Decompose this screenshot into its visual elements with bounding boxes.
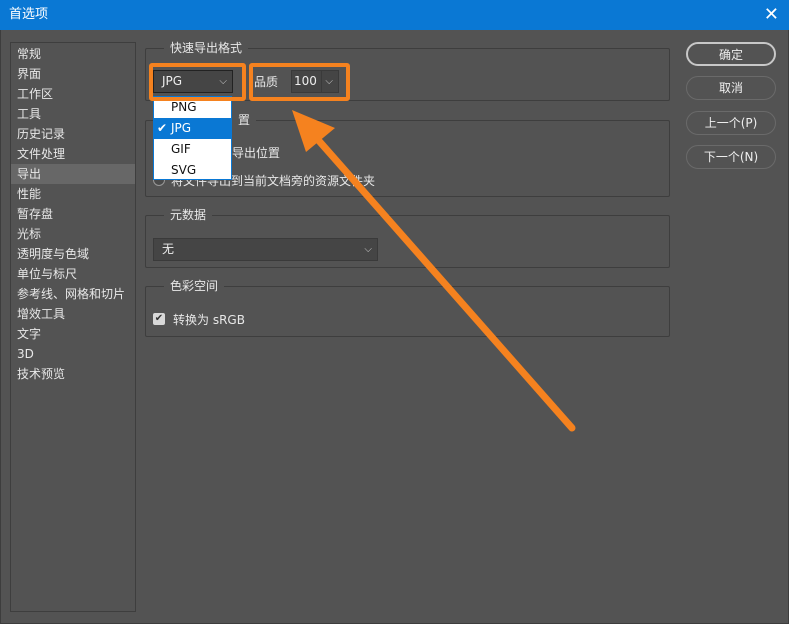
annotation-arrow — [292, 110, 576, 432]
